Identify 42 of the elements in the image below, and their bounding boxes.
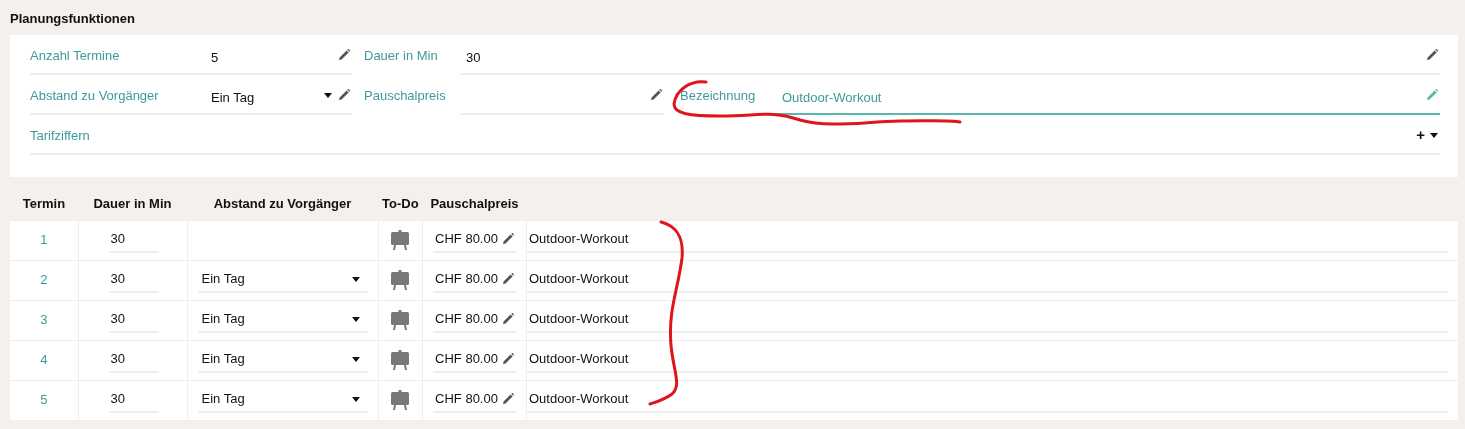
select-field[interactable]: Ein Tag: [205, 85, 352, 115]
table-cell: 2: [10, 260, 78, 300]
pencil-icon[interactable]: [501, 353, 514, 365]
pencil-icon[interactable]: [501, 313, 514, 325]
caret-icon[interactable]: [351, 276, 360, 282]
caret-icon[interactable]: [1430, 132, 1438, 138]
easel-icon[interactable]: [390, 350, 411, 371]
caret-icon[interactable]: [351, 356, 360, 362]
input-field[interactable]: +: [205, 125, 1440, 155]
pencil-icon[interactable]: [338, 49, 350, 61]
field-label: Abstand zu Vorgänger: [30, 85, 205, 115]
section-title: Planungsfunktionen: [9, 10, 136, 28]
table-cell: 4: [10, 340, 78, 380]
table-cell: 5: [10, 380, 78, 420]
add-button[interactable]: +: [1416, 123, 1425, 147]
column-header: Pauschalpreis: [422, 194, 527, 220]
field-label: Bezeichnung: [680, 86, 757, 105]
pencil-icon[interactable]: [501, 393, 514, 405]
pencil-icon[interactable]: [501, 233, 514, 245]
field-label: Pauschalpreis: [364, 86, 447, 105]
pencil-icon[interactable]: [650, 89, 662, 101]
column-header: Dauer in Min: [78, 194, 187, 220]
easel-icon[interactable]: [390, 270, 411, 291]
table-cell: 3: [10, 300, 78, 340]
field-label: Dauer in Min: [364, 46, 439, 65]
field-label: Tarifziffern: [30, 125, 205, 155]
easel-icon[interactable]: [390, 390, 411, 411]
input-field[interactable]: 5: [205, 45, 352, 75]
pencil-icon[interactable]: [1426, 49, 1438, 61]
field-label: Anzahl Termine: [30, 45, 205, 75]
column-header: To-Do: [378, 194, 423, 220]
table-cell: 1: [10, 220, 78, 260]
easel-icon[interactable]: [390, 310, 411, 331]
column-header: Termin: [10, 194, 78, 220]
caret-icon[interactable]: [351, 316, 360, 322]
caret-icon[interactable]: [351, 396, 360, 402]
column-header: Abstand zu Vorgänger: [187, 194, 378, 220]
pencil-icon[interactable]: [338, 89, 350, 101]
easel-icon[interactable]: [390, 230, 411, 251]
caret-icon[interactable]: [324, 92, 332, 98]
input-field[interactable]: 30: [460, 45, 1440, 75]
pencil-icon[interactable]: [501, 273, 514, 285]
